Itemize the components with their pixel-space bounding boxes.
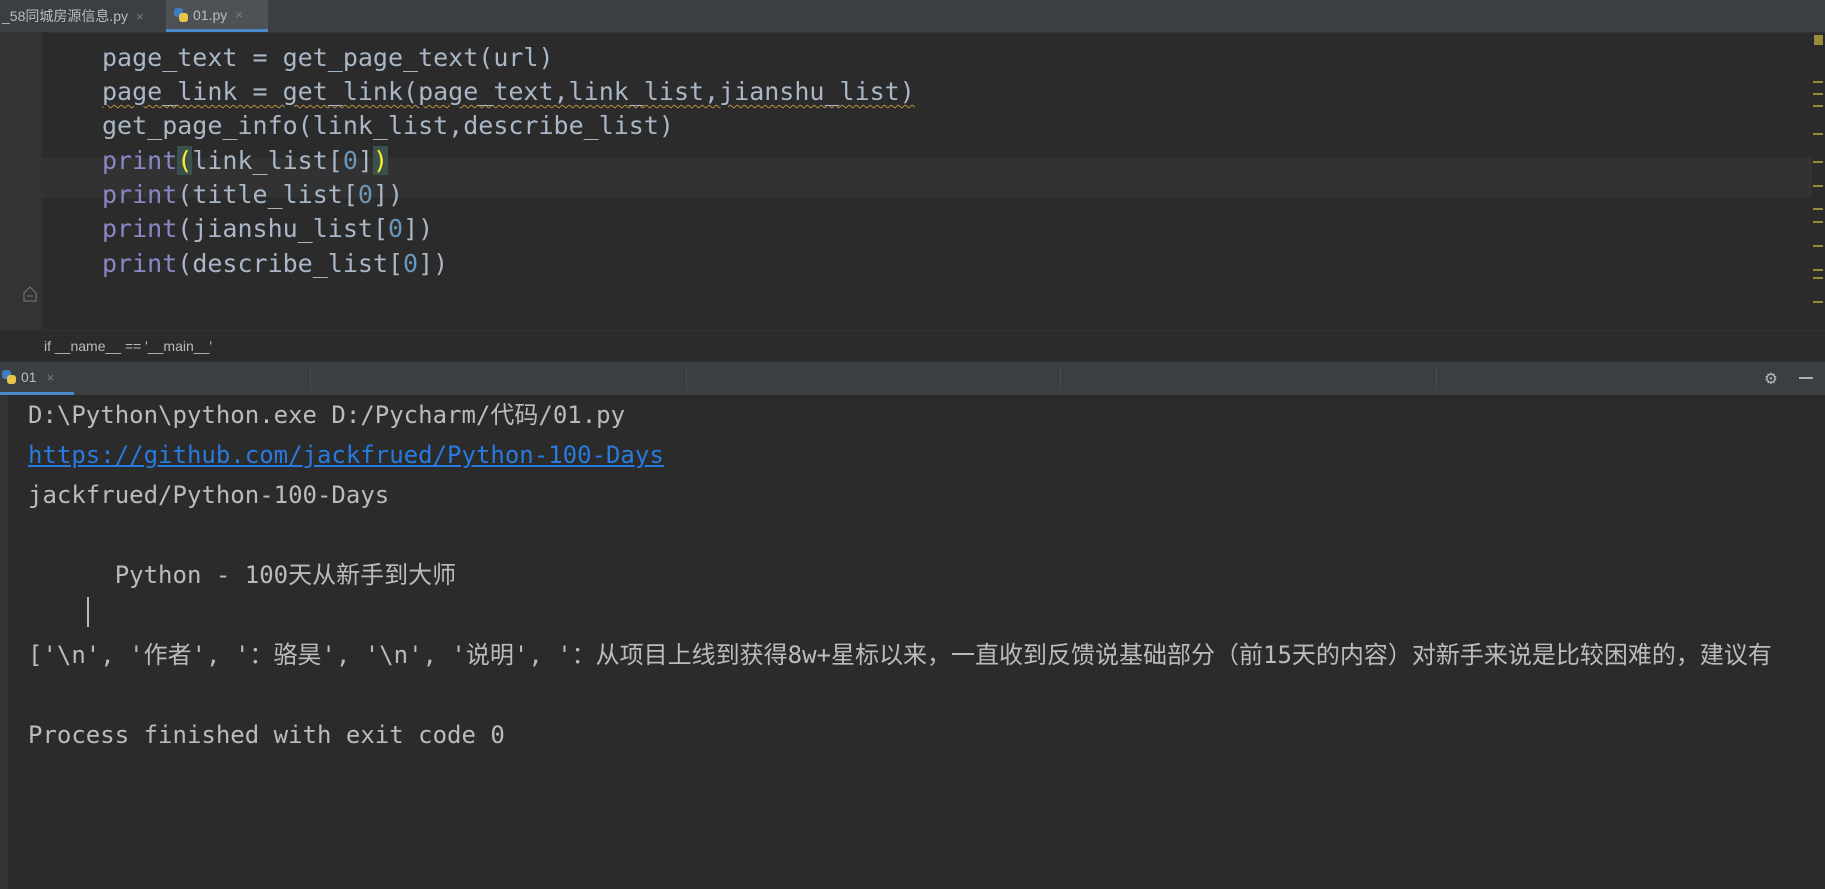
divider	[310, 366, 311, 390]
code-text: (	[177, 180, 193, 209]
code-text: page_link = get_link(page_text,link_list…	[102, 77, 915, 106]
number-literal: 0	[342, 146, 358, 175]
console-command-line: D:\Python\python.exe D:/Pycharm/代码/01.py	[28, 401, 626, 429]
code-text: (	[177, 249, 193, 278]
python-file-icon	[174, 7, 188, 22]
tab-label: _58同城房源信息.py	[2, 8, 129, 24]
console-output-line: Python - 100天从新手到大师	[28, 561, 457, 589]
number-literal: 0	[388, 214, 404, 243]
number-literal: 0	[357, 180, 373, 209]
warning-marker[interactable]	[1813, 93, 1823, 95]
matched-paren: (	[177, 146, 193, 175]
code-text: page_text = get_page_text(url)	[102, 43, 554, 72]
divider	[686, 366, 687, 390]
console-output-line: jackfrued/Python-100-Days	[28, 481, 390, 509]
close-icon[interactable]: ×	[235, 7, 243, 22]
run-panel-header: 01 × ⚙	[0, 361, 1825, 395]
warning-marker[interactable]	[1813, 301, 1823, 303]
warning-marker[interactable]	[1813, 221, 1823, 223]
keyword: print	[102, 214, 178, 243]
code-line[interactable]: print(jianshu_list[0])	[102, 209, 433, 249]
code-text: (	[177, 214, 193, 243]
code-editor[interactable]: page_text = get_page_text(url) page_link…	[0, 33, 1825, 358]
minimize-icon[interactable]	[1799, 377, 1813, 379]
warning-marker[interactable]	[1813, 161, 1823, 163]
close-icon[interactable]: ×	[136, 9, 144, 24]
divider	[1436, 366, 1437, 390]
run-console[interactable]: D:\Python\python.exe D:/Pycharm/代码/01.py…	[0, 395, 1825, 889]
tab-label: 01.py	[193, 6, 228, 23]
python-file-icon	[2, 370, 16, 384]
close-icon[interactable]: ×	[47, 370, 55, 385]
warning-marker[interactable]	[1813, 81, 1823, 83]
warning-marker[interactable]	[1813, 269, 1823, 271]
keyword: print	[102, 180, 178, 209]
warning-marker[interactable]	[1813, 277, 1823, 279]
breadcrumb[interactable]: if __name__ == '__main__'	[0, 330, 1825, 361]
tab-run-01[interactable]: 01 ×	[0, 362, 74, 395]
code-text: ]	[357, 146, 373, 175]
code-line[interactable]: print(describe_list[0])	[102, 244, 448, 284]
run-tab-label: 01	[21, 369, 37, 385]
number-literal: 0	[403, 249, 419, 278]
warning-marker[interactable]	[1813, 133, 1823, 135]
code-line[interactable]: get_page_info(link_list,describe_list)	[102, 106, 674, 146]
editor-tab-bar: _58同城房源信息.py × 01.py ×	[0, 0, 1825, 33]
gear-icon[interactable]: ⚙	[1761, 368, 1781, 388]
warning-marker[interactable]	[1813, 208, 1823, 210]
code-text: link_list[	[192, 146, 343, 175]
console-url-link[interactable]: https://github.com/jackfrued/Python-100-…	[28, 435, 664, 475]
code-text: ])	[372, 180, 404, 209]
tab-58-housing-file[interactable]: _58同城房源信息.py ×	[0, 0, 164, 32]
code-text: describe_list[	[192, 249, 404, 278]
breadcrumb-item[interactable]: if __name__ == '__main__'	[44, 338, 212, 354]
divider	[1060, 366, 1061, 390]
code-text: ])	[403, 214, 434, 243]
console-output-line: ['\n', '作者', '：骆昊', '\n', '说明', '：从项目上线到…	[28, 641, 1772, 669]
keyword: print	[102, 146, 178, 175]
warning-marker[interactable]	[1813, 185, 1823, 187]
code-text: jianshu_list[	[192, 214, 388, 243]
warning-marker[interactable]	[1813, 105, 1823, 107]
fold-icon[interactable]	[23, 285, 37, 303]
warning-marker[interactable]	[1813, 245, 1823, 247]
keyword: print	[102, 249, 178, 278]
text-caret	[87, 597, 89, 627]
code-text: title_list[	[192, 180, 358, 209]
matched-paren: )	[372, 146, 389, 175]
warning-marker[interactable]	[1814, 35, 1823, 45]
console-gutter	[0, 395, 8, 889]
code-text: ])	[418, 249, 449, 278]
tab-01-py[interactable]: 01.py ×	[166, 0, 268, 32]
error-stripe[interactable]	[1813, 33, 1825, 330]
code-text: get_page_info(link_list,describe_list)	[102, 111, 674, 140]
console-exit-line: Process finished with exit code 0	[28, 721, 505, 749]
